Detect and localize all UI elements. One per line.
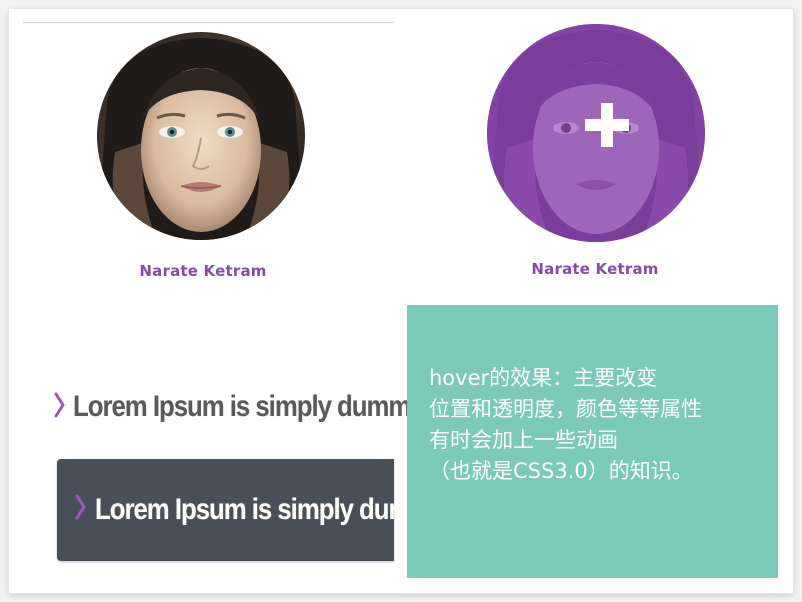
note-line: 位置和透明度，颜色等等属性	[429, 397, 702, 421]
note-line: 有时会加上一些动画	[429, 428, 618, 452]
note-box: hover的效果：主要改变 位置和透明度，颜色等等属性 有时会加上一些动画 （也…	[407, 305, 778, 578]
profile-card-hover[interactable]: Narate Ketram	[475, 20, 715, 290]
note-line: hover的效果：主要改变	[429, 366, 658, 390]
menu-item-normal[interactable]: Lorem Ipsum is simply dummy	[50, 380, 425, 440]
divider	[23, 22, 394, 23]
menu-item-hover[interactable]: Lorem Ipsum is simply dummy	[57, 459, 447, 561]
menu-item-label-hover: Lorem Ipsum is simply dummy	[95, 493, 447, 526]
note-line: （也就是CSS3.0）的知识。	[429, 459, 693, 483]
avatar-hover[interactable]	[487, 24, 705, 242]
profile-card-normal[interactable]: Narate Ketram	[88, 26, 318, 286]
profile-name-hover[interactable]: Narate Ketram	[475, 260, 715, 278]
menu-item-label: Lorem Ipsum is simply dummy	[73, 390, 425, 423]
avatar[interactable]	[97, 32, 305, 240]
portrait-image	[97, 32, 305, 240]
profile-name[interactable]: Narate Ketram	[88, 262, 318, 280]
chevron-right-icon	[54, 392, 65, 418]
chevron-right-icon	[75, 494, 86, 520]
plus-icon[interactable]	[585, 103, 629, 147]
